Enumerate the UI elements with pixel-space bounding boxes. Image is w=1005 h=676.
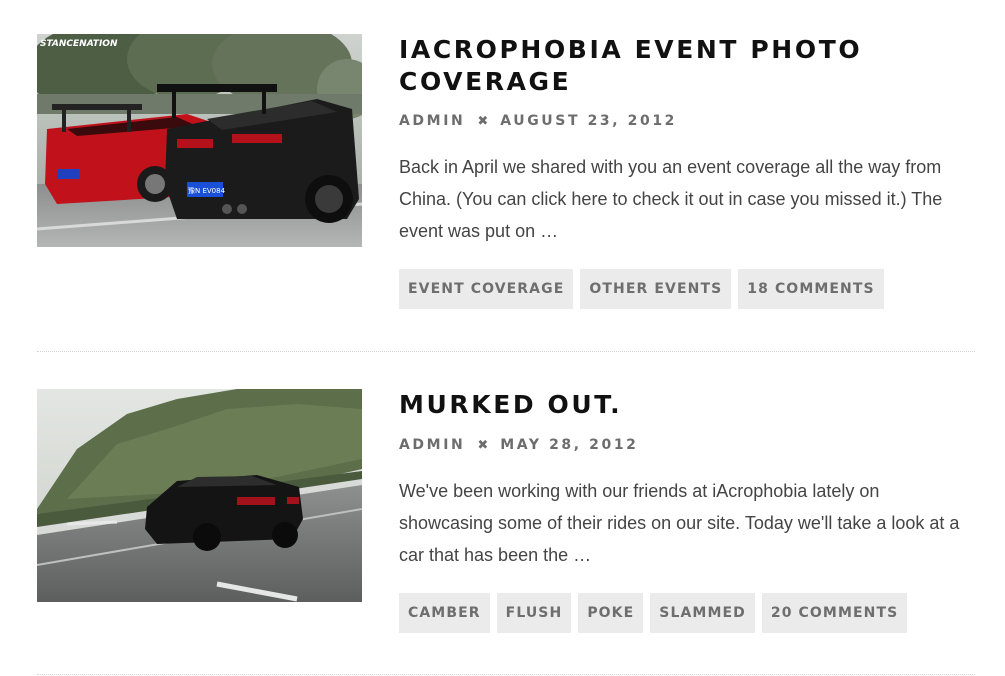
post-feed: STANCENATION 豫N EV084 iAcrophobia Event … [0, 0, 1005, 676]
post-divider [37, 674, 975, 675]
comments-link[interactable]: 20 Comments [761, 593, 908, 633]
meta-separator-icon: ✖ [477, 437, 489, 453]
tag-poke[interactable]: Poke [578, 593, 644, 633]
post-author-link[interactable]: Admin [399, 437, 465, 453]
meta-separator-icon: ✖ [477, 113, 489, 129]
tag-other-events[interactable]: Other Events [580, 269, 732, 309]
post-thumbnail[interactable] [37, 389, 362, 602]
post-meta: Admin ✖ May 28, 2012 [399, 435, 975, 455]
post-title: iAcrophobia Event Photo Coverage [399, 34, 975, 98]
post-body: iAcrophobia Event Photo Coverage Admin ✖… [399, 34, 975, 309]
comments-link[interactable]: 18 Comments [738, 269, 884, 309]
post-excerpt: Back in April we shared with you an even… [399, 157, 943, 241]
post-divider [37, 351, 975, 352]
post-excerpt: We've been working with our friends at i… [399, 481, 960, 565]
post-title: Murked Out. [399, 389, 975, 421]
post-thumbnail-image [37, 389, 362, 602]
tag-slammed[interactable]: Slammed [650, 593, 755, 633]
post-thumbnail[interactable]: STANCENATION 豫N EV084 [37, 34, 362, 247]
tag-camber[interactable]: Camber [399, 593, 490, 633]
post-meta: Admin ✖ August 23, 2012 [399, 111, 975, 131]
watermark-text: STANCENATION [40, 39, 118, 49]
post-title-link[interactable]: Murked Out. [399, 390, 622, 419]
post-title-link[interactable]: iAcrophobia Event Photo Coverage [399, 35, 862, 96]
post-author-link[interactable]: Admin [399, 113, 465, 129]
tag-event-coverage[interactable]: Event Coverage [399, 269, 574, 309]
post-tags: Camber Flush Poke Slammed 20 Comments [399, 593, 975, 633]
license-plate-text: 豫N EV084 [188, 186, 226, 195]
post-date[interactable]: May 28, 2012 [500, 437, 638, 453]
post-body: Murked Out. Admin ✖ May 28, 2012 We've b… [399, 389, 975, 633]
post-thumbnail-image: STANCENATION 豫N EV084 [37, 34, 362, 247]
post-date[interactable]: August 23, 2012 [500, 113, 677, 129]
post-tags: Event Coverage Other Events 18 Comments [399, 269, 975, 309]
tag-flush[interactable]: Flush [496, 593, 572, 633]
